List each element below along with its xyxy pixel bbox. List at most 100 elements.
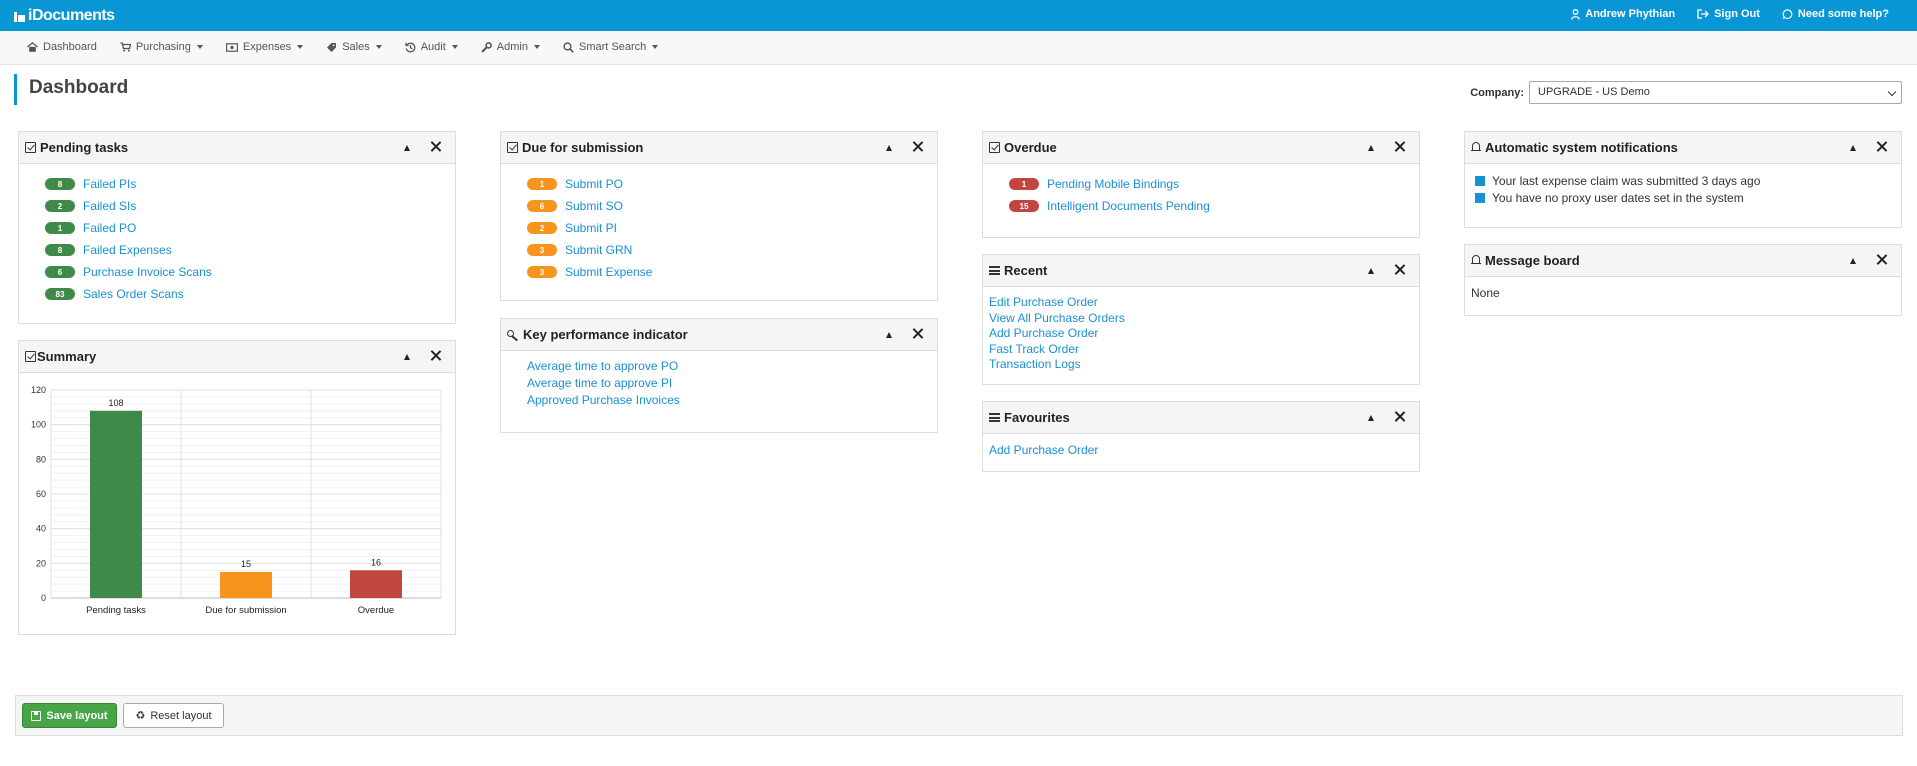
nav-sales[interactable]: Sales (326, 41, 382, 53)
pending-tasks-list: 8 Failed PIs 2 Failed SIs 1 Failed PO 8 Fail… (19, 164, 455, 305)
task-link[interactable]: Purchase Invoice Scans (83, 265, 212, 279)
overdue-list: 1 Pending Mobile Bindings 15 Intelligent D… (983, 164, 1419, 217)
list-item[interactable]: 3 Submit GRN (527, 239, 937, 261)
user-menu-link[interactable]: Andrew Phythian (1571, 8, 1675, 20)
y-tick-label: 60 (36, 489, 46, 499)
close-icon[interactable] (912, 141, 923, 152)
floppy-disk-icon (31, 710, 42, 721)
company-label: Company: (1470, 86, 1524, 99)
nav-admin[interactable]: Admin (481, 41, 540, 53)
bar (350, 570, 402, 598)
recent-link[interactable]: Add Purchase Order (989, 326, 1419, 342)
money-icon (225, 42, 238, 52)
task-link[interactable]: Failed PO (83, 221, 136, 235)
due-for-submission-panel: Due for submission 1 Submit PO 6 Submit SO… (500, 131, 938, 301)
collapse-icon[interactable] (886, 332, 892, 338)
overdue-link[interactable]: Intelligent Documents Pending (1047, 199, 1210, 213)
top-right-links: Andrew Phythian Sign Out Need some help? (1571, 8, 1889, 20)
count-badge: 2 (45, 200, 75, 212)
collapse-icon[interactable] (1850, 145, 1856, 151)
submit-link[interactable]: Submit SO (565, 199, 623, 213)
collapse-icon[interactable] (1368, 268, 1374, 274)
list-item[interactable]: 2 Failed SIs (45, 195, 455, 217)
list-item[interactable]: 1 Submit PO (527, 173, 937, 195)
count-badge: 8 (45, 244, 75, 256)
list-item[interactable]: 1 Pending Mobile Bindings (1009, 173, 1419, 195)
close-icon[interactable] (430, 350, 441, 361)
notification-text: Your last expense claim was submitted 3 … (1492, 173, 1761, 188)
home-icon (27, 42, 38, 52)
panel-header: Automatic system notifications (1465, 132, 1901, 164)
panel-title: Pending tasks (40, 140, 129, 155)
bell-icon (1471, 142, 1481, 153)
submit-link[interactable]: Submit PO (565, 177, 623, 191)
recent-link[interactable]: View All Purchase Orders (989, 311, 1419, 327)
nav-dashboard-label: Dashboard (43, 41, 97, 53)
chevron-down-icon (533, 45, 540, 49)
sign-out-label: Sign Out (1714, 8, 1760, 20)
nav-expenses[interactable]: Expenses (225, 41, 304, 53)
close-icon[interactable] (1394, 141, 1405, 152)
save-layout-button[interactable]: Save layout (22, 703, 117, 728)
close-icon[interactable] (912, 328, 923, 339)
history-icon (405, 42, 416, 52)
kpi-panel: Key performance indicator Average time t… (500, 318, 938, 433)
close-icon[interactable] (1876, 254, 1887, 265)
nav-audit[interactable]: Audit (405, 41, 458, 53)
y-tick-label: 40 (36, 524, 46, 534)
favourite-link[interactable]: Add Purchase Order (989, 443, 1419, 459)
whatsapp-icon (1782, 8, 1793, 19)
submit-link[interactable]: Submit Expense (565, 265, 652, 279)
kpi-link[interactable]: Average time to approve PI (527, 376, 937, 393)
pending-tasks-panel: Pending tasks 8 Failed PIs 2 Failed SIs 1F… (18, 131, 456, 324)
nav-purchasing[interactable]: Purchasing (120, 41, 203, 53)
nav-smart-search[interactable]: Smart Search (563, 41, 659, 53)
collapse-icon[interactable] (404, 145, 410, 151)
data-label: 16 (371, 557, 381, 567)
recent-link[interactable]: Edit Purchase Order (989, 295, 1419, 311)
submit-link[interactable]: Submit PI (565, 221, 617, 235)
collapse-icon[interactable] (1368, 415, 1374, 421)
chevron-down-icon (297, 45, 304, 49)
recent-link[interactable]: Fast Track Order (989, 342, 1419, 358)
brand-logo[interactable]: iDocuments (14, 7, 115, 25)
list-item[interactable]: 8 Failed PIs (45, 173, 455, 195)
nav-expenses-label: Expenses (242, 41, 292, 53)
list-item[interactable]: 15 Intelligent Documents Pending (1009, 195, 1419, 217)
recent-link[interactable]: Transaction Logs (989, 357, 1419, 373)
kpi-link[interactable]: Average time to approve PO (527, 359, 937, 376)
submit-link[interactable]: Submit GRN (565, 243, 632, 257)
list-item[interactable]: 2 Submit PI (527, 217, 937, 239)
list-item[interactable]: 1 Failed PO (45, 217, 455, 239)
search-icon (563, 41, 574, 53)
collapse-icon[interactable] (886, 145, 892, 151)
list-item[interactable]: 6 Submit SO (527, 195, 937, 217)
nav-dashboard[interactable]: Dashboard (27, 41, 97, 53)
list-item[interactable]: 83 Sales Order Scans (45, 283, 455, 305)
help-link[interactable]: Need some help? (1782, 8, 1889, 20)
list-item[interactable]: 6 Purchase Invoice Scans (45, 261, 455, 283)
task-link[interactable]: Failed Expenses (83, 243, 172, 257)
layout-footer: Save layout ♻ Reset layout (15, 695, 1903, 736)
task-link[interactable]: Sales Order Scans (83, 287, 184, 301)
kpi-link[interactable]: Approved Purchase Invoices (527, 393, 937, 410)
reset-layout-button[interactable]: ♻ Reset layout (123, 703, 224, 728)
close-icon[interactable] (1394, 411, 1405, 422)
company-select[interactable]: UPGRADE - US Demo (1529, 81, 1902, 104)
y-tick-label: 80 (36, 454, 46, 464)
wrench-icon (481, 41, 492, 53)
panel-header: Key performance indicator (501, 319, 937, 351)
task-link[interactable]: Failed SIs (83, 199, 136, 213)
close-icon[interactable] (1394, 264, 1405, 275)
sign-out-link[interactable]: Sign Out (1697, 8, 1760, 20)
close-icon[interactable] (1876, 141, 1887, 152)
check-square-icon (507, 142, 518, 153)
list-item[interactable]: 3 Submit Expense (527, 261, 937, 283)
collapse-icon[interactable] (1368, 145, 1374, 151)
overdue-link[interactable]: Pending Mobile Bindings (1047, 177, 1179, 191)
collapse-icon[interactable] (404, 354, 410, 360)
close-icon[interactable] (430, 141, 441, 152)
task-link[interactable]: Failed PIs (83, 177, 136, 191)
collapse-icon[interactable] (1850, 258, 1856, 264)
list-item[interactable]: 8 Failed Expenses (45, 239, 455, 261)
